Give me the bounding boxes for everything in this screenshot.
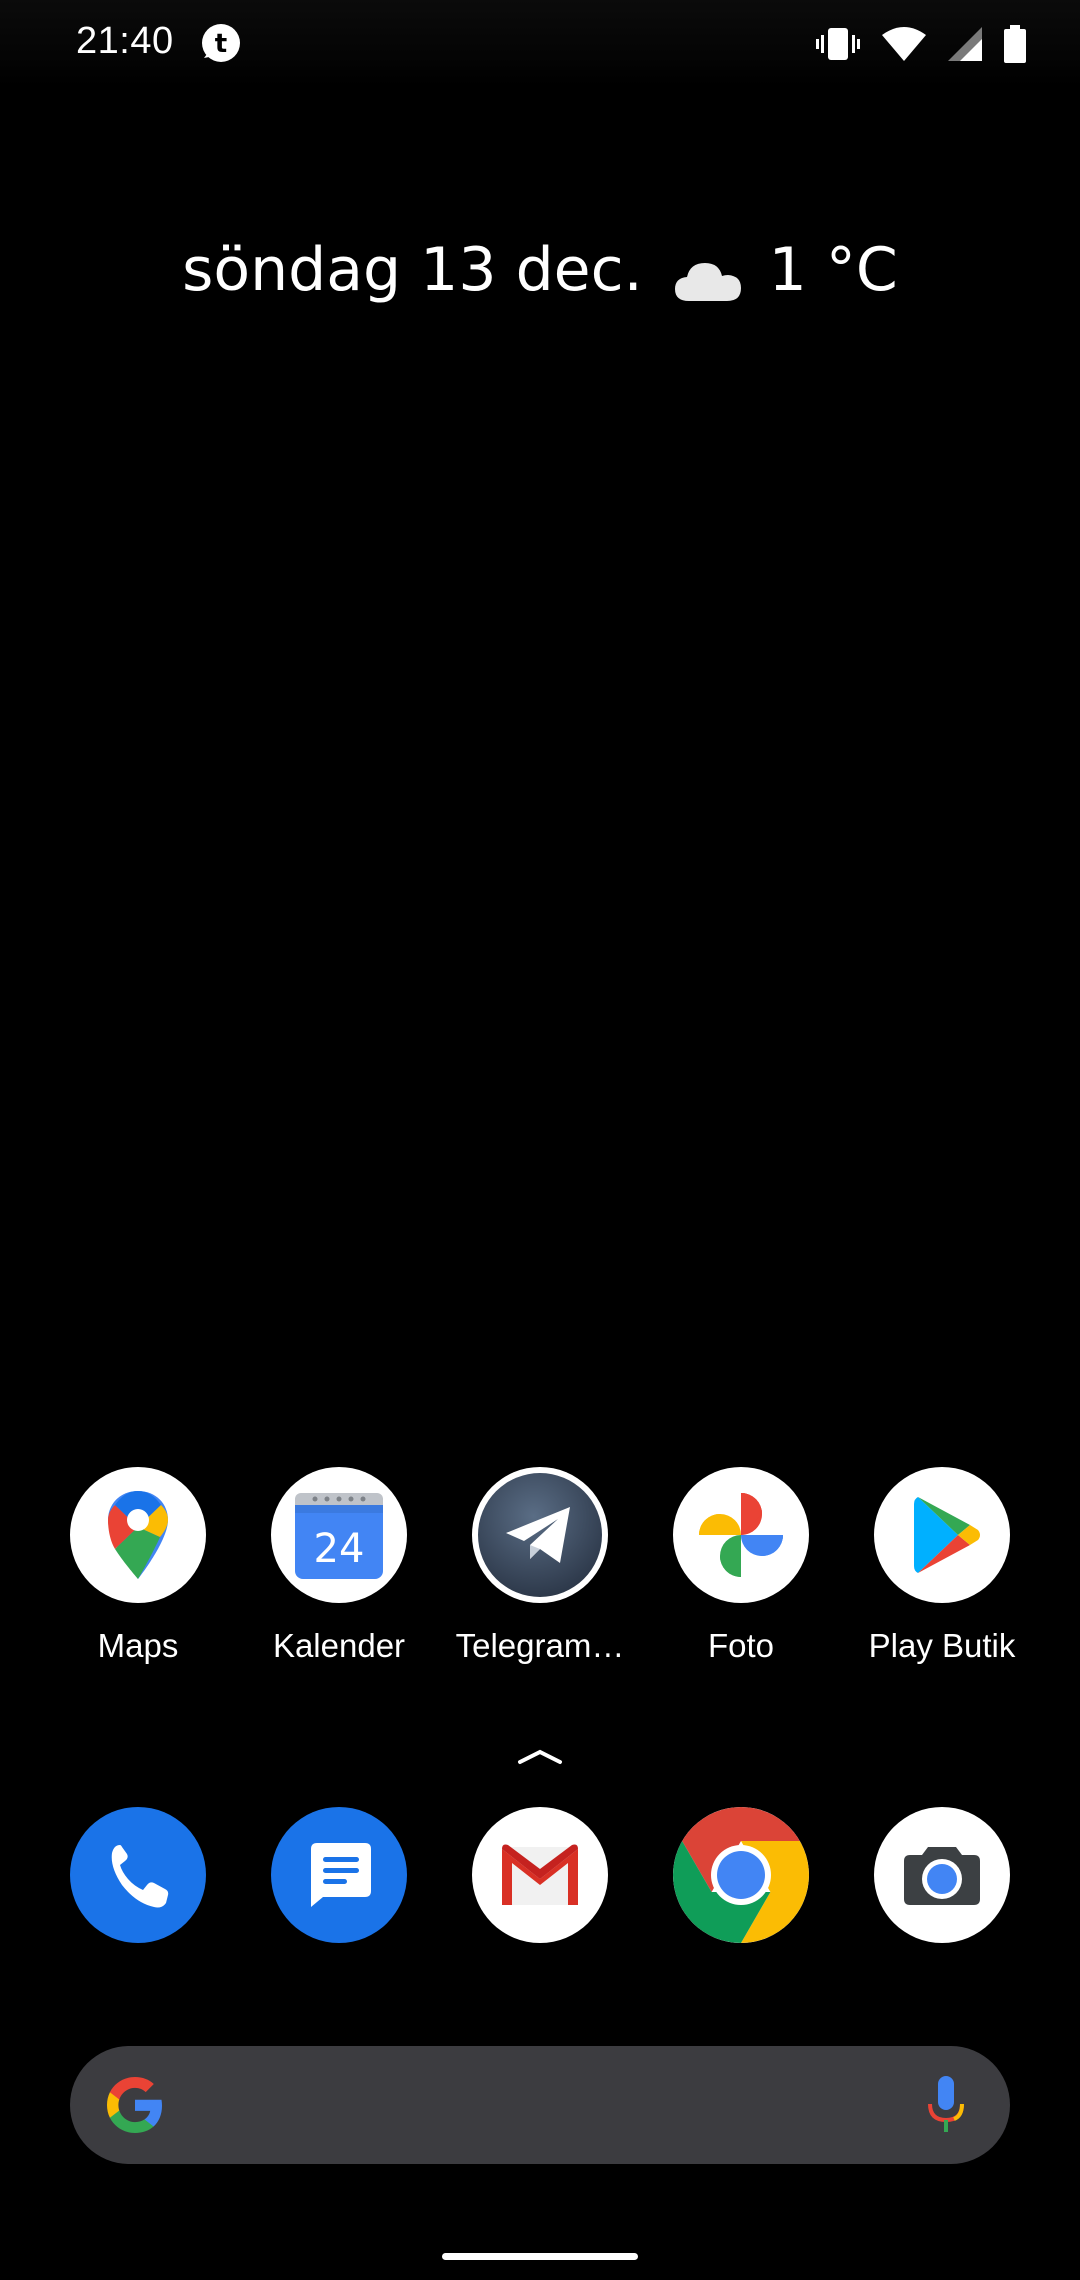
google-icon[interactable] [102,2072,168,2138]
status-bar[interactable]: 21:40 t [0,0,1080,88]
telegram-x-notification-icon: t [200,22,242,64]
telegram-icon [472,1467,608,1603]
messages-icon [271,1807,407,1943]
app-label: Play Butik [868,1627,1016,1664]
app-label: Maps [97,1627,179,1664]
app-gmail[interactable] [440,1807,640,2027]
app-drawer-caret-icon[interactable] [516,1744,564,1768]
app-messages[interactable] [239,1807,439,2027]
app-label: Kalender [272,1627,406,1664]
at-a-glance-widget[interactable]: söndag 13 dec. 1 °C [0,230,1080,310]
cloud-icon[interactable] [673,248,743,301]
app-label: Foto [707,1627,775,1664]
app-telegram[interactable]: Telegram… [440,1467,640,1687]
app-chrome[interactable] [641,1807,841,2027]
battery-icon [1004,25,1026,63]
date-text[interactable]: söndag 13 dec. [182,235,643,305]
app-foto[interactable]: Foto [641,1467,841,1687]
mic-icon[interactable] [926,2074,966,2136]
temperature-text[interactable]: 1 °C [769,235,898,305]
calendar-icon: 24 [271,1467,407,1603]
phone-icon [70,1807,206,1943]
wifi-icon [882,27,926,61]
cellular-signal-icon [948,27,982,61]
camera-icon [874,1807,1010,1943]
gmail-icon [472,1807,608,1943]
app-phone[interactable] [38,1807,238,2027]
status-time: 21:40 [76,20,174,62]
photos-icon [673,1467,809,1603]
vibrate-icon [816,26,860,62]
chrome-icon [673,1807,809,1943]
google-search-bar[interactable] [70,2046,1010,2164]
play-store-icon [874,1467,1010,1603]
app-camera[interactable] [842,1807,1042,2027]
app-label: Telegram… [455,1627,625,1664]
app-play-butik[interactable]: Play Butik [842,1467,1042,1687]
app-kalender[interactable]: 24 Kalender [239,1467,439,1687]
app-maps[interactable]: Maps [38,1467,238,1687]
svg-text:t: t [215,29,227,59]
gesture-nav-handle[interactable] [442,2253,638,2260]
maps-icon [70,1467,206,1603]
calendar-day-number: 24 [314,1526,365,1572]
